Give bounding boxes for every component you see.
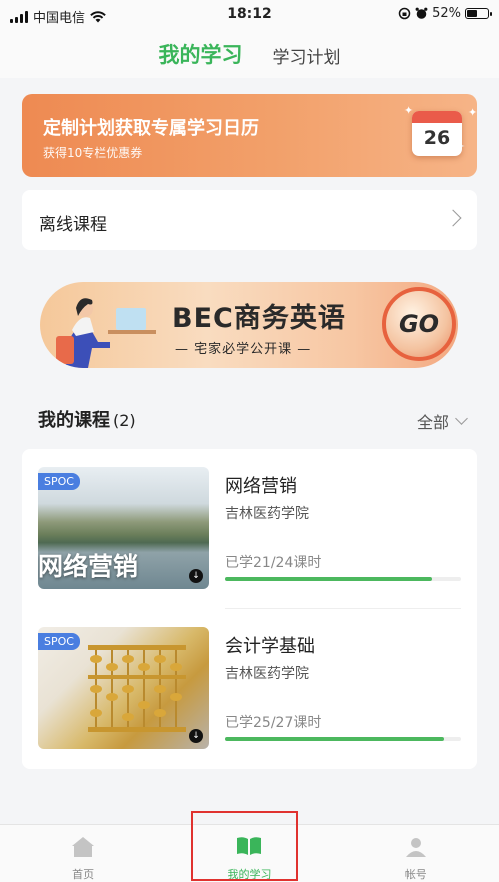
course-list: SPOC 网络营销 ↓ 网络营销 吉林医药学院 已学21/24课时 SPOC ↓…: [22, 449, 477, 769]
bec-english-banner[interactable]: BEC商务英语 — 宅家必学公开课 — GO: [40, 282, 458, 368]
course-filter-dropdown[interactable]: 全部: [416, 409, 468, 433]
progress-fill: [225, 737, 444, 741]
course-progress-text: 已学21/24课时: [225, 555, 322, 571]
abacus-illustration: [88, 645, 186, 732]
chevron-right-icon: [444, 209, 462, 227]
course-card[interactable]: SPOC 网络营销 ↓ 网络营销 吉林医药学院 已学21/24课时: [22, 449, 477, 609]
user-icon: [405, 838, 426, 857]
battery-icon: [465, 8, 492, 19]
tab-study-plan[interactable]: 学习计划: [273, 43, 341, 68]
go-label: GO: [398, 310, 440, 338]
go-button[interactable]: GO: [382, 287, 456, 361]
course-progress-bar: [225, 737, 461, 741]
nav-account-label: 帐号: [404, 868, 427, 881]
course-school: 吉林医药学院: [225, 666, 309, 682]
promo-subtitle: 获得10专栏优惠券: [43, 146, 143, 160]
bec-subline: — 宅家必学公开课 —: [175, 342, 312, 357]
home-icon: [72, 837, 95, 857]
rotation-lock-icon: [398, 7, 411, 20]
my-courses-header: 我的课程 (2): [38, 406, 136, 432]
my-courses-title: 我的课程: [38, 410, 110, 431]
tab-my-learning[interactable]: 我的学习: [159, 39, 243, 69]
calendar-day: 26: [423, 127, 451, 149]
offline-courses-label: 离线课程: [39, 215, 107, 235]
battery-percent: 52%: [432, 6, 461, 21]
nav-home-label: 首页: [72, 868, 95, 881]
chevron-down-icon: [455, 412, 468, 425]
course-thumbnail: SPOC ↓: [38, 627, 209, 749]
course-school: 吉林医药学院: [225, 506, 309, 522]
download-icon: ↓: [189, 569, 203, 583]
calendar-icon: 26: [412, 111, 462, 156]
spoc-badge: SPOC: [38, 473, 80, 490]
course-progress-bar: [225, 577, 461, 581]
offline-courses-row[interactable]: 离线课程: [22, 190, 477, 250]
status-bar: 中国电信 18:12 52%: [0, 0, 499, 30]
filter-label: 全部: [416, 413, 449, 432]
course-thumbnail: SPOC 网络营销 ↓: [38, 467, 209, 589]
nav-account[interactable]: 帐号: [333, 825, 499, 882]
spoc-badge: SPOC: [38, 633, 80, 650]
course-card[interactable]: SPOC ↓ 会计学基础 吉林医药学院 已学25/27课时: [22, 609, 477, 769]
course-name: 会计学基础: [225, 636, 315, 657]
study-plan-promo-banner[interactable]: 定制计划获取专属学习日历 获得10专栏优惠券 ✦ ✦ ✦ 26: [22, 94, 477, 177]
annotation-highlight-box: [191, 811, 298, 881]
course-progress-text: 已学25/27课时: [225, 715, 322, 731]
student-illustration: [56, 298, 156, 368]
progress-fill: [225, 577, 432, 581]
thumbnail-title: 网络营销: [38, 552, 139, 581]
bec-headline: BEC商务英语: [172, 303, 346, 334]
alarm-icon: [415, 7, 428, 19]
status-right: 52%: [398, 6, 492, 21]
nav-home[interactable]: 首页: [0, 825, 166, 882]
top-tabs: 我的学习 学习计划: [0, 30, 499, 78]
course-name: 网络营销: [225, 476, 297, 497]
sparkle-icon: ✦: [468, 106, 477, 119]
promo-title: 定制计划获取专属学习日历: [43, 118, 259, 139]
my-courses-count: (2): [113, 411, 136, 430]
download-icon: ↓: [189, 729, 203, 743]
